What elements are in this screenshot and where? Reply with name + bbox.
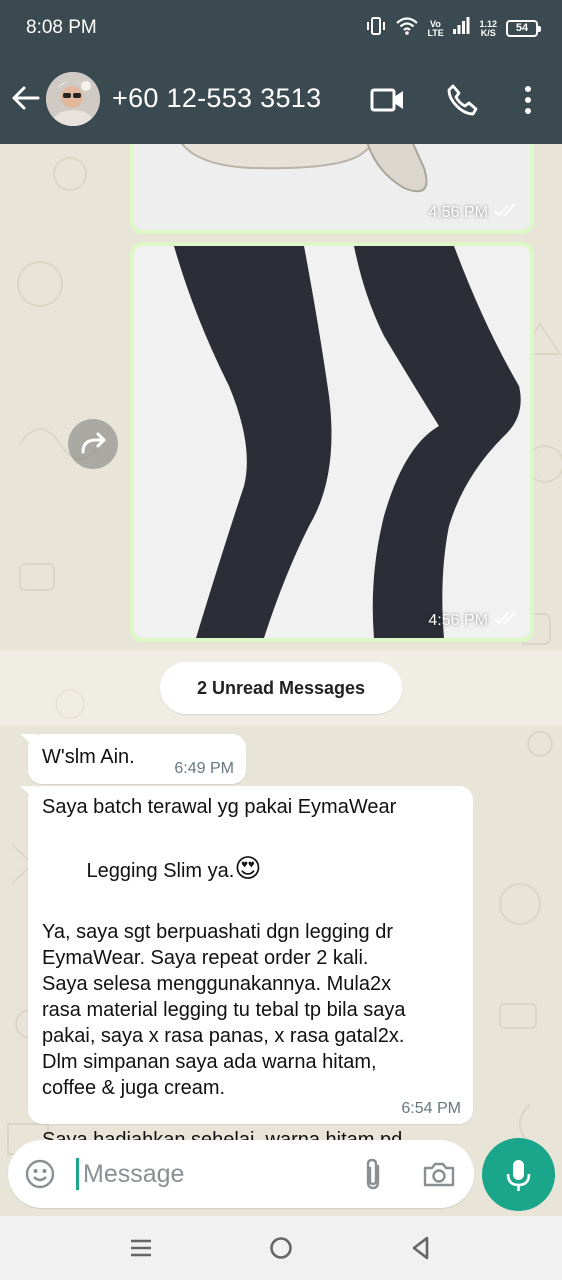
image-1-meta: 4:56 PM bbox=[428, 203, 518, 222]
image-legging[interactable]: 4:56 PM bbox=[134, 246, 530, 638]
chat-area[interactable]: 4:56 PM 4:56 PM 2 Unread Messages W'slm … bbox=[0, 144, 562, 1216]
heart-eyes-emoji: 😍 bbox=[234, 853, 262, 883]
net-speed: 1.12 K/S bbox=[479, 19, 497, 38]
double-check-icon bbox=[494, 203, 518, 222]
message-2-line2: Legging Slim ya. bbox=[86, 860, 235, 882]
home-icon[interactable] bbox=[267, 1234, 295, 1262]
message-1-text: W'slm Ain. bbox=[42, 746, 135, 768]
mic-button[interactable] bbox=[482, 1138, 555, 1211]
image-2-time: 4:56 PM bbox=[428, 611, 488, 629]
message-2-content: Saya batch terawal yg pakai EymaWear Leg… bbox=[42, 794, 462, 1179]
message-input[interactable] bbox=[76, 1158, 336, 1190]
message-2-time: 6:54 PM bbox=[401, 1100, 461, 1117]
status-bar: 8:08 PM Vo LTE 1.12 K/S 54 bbox=[0, 0, 562, 56]
double-check-icon bbox=[494, 611, 518, 630]
message-2-line1: Saya batch terawal yg pakai EymaWear bbox=[42, 796, 397, 818]
more-options-icon[interactable] bbox=[508, 80, 548, 120]
signal-icon bbox=[452, 17, 470, 40]
incoming-message-1[interactable]: W'slm Ain. 6:49 PM bbox=[20, 734, 246, 784]
unread-messages-badge: 2 Unread Messages bbox=[160, 662, 402, 714]
image-shoe[interactable]: 4:56 PM bbox=[134, 144, 530, 230]
chat-header: +60 12-553 3513 bbox=[0, 56, 562, 144]
emoji-icon[interactable] bbox=[24, 1158, 56, 1195]
contact-name[interactable]: +60 12-553 3513 bbox=[112, 83, 321, 114]
bubble-tail bbox=[20, 734, 36, 748]
battery-icon: 54 bbox=[506, 20, 541, 37]
forward-button[interactable] bbox=[68, 419, 118, 469]
avatar[interactable] bbox=[46, 72, 100, 126]
net-speed-unit: K/S bbox=[480, 27, 496, 38]
composer bbox=[0, 1138, 562, 1216]
forward-icon bbox=[81, 432, 106, 454]
system-nav-bar bbox=[0, 1216, 562, 1280]
nav-back-icon[interactable] bbox=[407, 1234, 435, 1262]
voice-call-icon[interactable] bbox=[442, 80, 482, 120]
message-2-line2-row: Legging Slim ya.😍 bbox=[42, 820, 462, 919]
composer-pill bbox=[8, 1140, 474, 1208]
image-message-2[interactable]: 4:56 PM bbox=[130, 242, 534, 642]
image-2-meta: 4:56 PM bbox=[428, 611, 518, 630]
status-time: 8:08 PM bbox=[26, 17, 97, 38]
vibrate-icon bbox=[365, 16, 387, 41]
bubble-tail bbox=[20, 786, 36, 800]
back-arrow-icon[interactable] bbox=[10, 82, 42, 114]
recents-icon[interactable] bbox=[127, 1234, 155, 1262]
camera-icon[interactable] bbox=[422, 1158, 456, 1195]
status-icons: Vo LTE 1.12 K/S 54 bbox=[365, 16, 541, 41]
video-call-icon[interactable] bbox=[368, 80, 408, 120]
mic-icon bbox=[506, 1160, 531, 1191]
attach-icon[interactable] bbox=[358, 1156, 388, 1197]
message-1-time: 6:49 PM bbox=[174, 760, 234, 777]
incoming-message-2[interactable]: Saya batch terawal yg pakai EymaWear Leg… bbox=[20, 786, 473, 1177]
volte-icon: Vo LTE bbox=[427, 18, 444, 38]
image-message-1[interactable]: 4:56 PM bbox=[130, 144, 534, 234]
wifi-icon bbox=[396, 17, 419, 40]
image-1-time: 4:56 PM bbox=[428, 203, 488, 221]
